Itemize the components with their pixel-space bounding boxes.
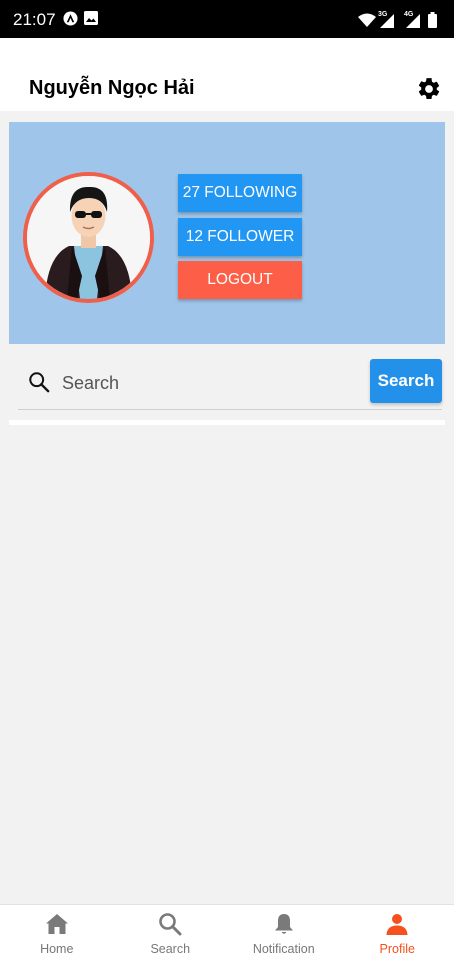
results-container xyxy=(9,420,445,425)
battery-icon xyxy=(428,12,437,28)
nav-notification[interactable]: Notification xyxy=(227,905,341,960)
app-notification-icon xyxy=(63,11,78,26)
search-icon xyxy=(29,372,50,393)
signal-3g-icon xyxy=(380,14,394,28)
nav-notification-label: Notification xyxy=(252,942,315,956)
nav-search[interactable]: Search xyxy=(114,905,228,960)
search-input[interactable] xyxy=(62,366,362,400)
avatar-illustration xyxy=(27,176,150,299)
follower-button[interactable]: 12 FOLLOWER xyxy=(178,218,302,256)
profile-name: Nguyễn Ngọc Hải xyxy=(29,77,195,99)
nav-search-label: Search xyxy=(150,942,191,956)
app-header: Nguyễn Ngọc Hải xyxy=(0,38,454,111)
gear-icon[interactable] xyxy=(416,76,442,102)
nav-profile-label: Profile xyxy=(379,942,415,956)
bell-icon xyxy=(274,914,293,934)
nav-home[interactable]: Home xyxy=(0,905,114,960)
profile-card: 27 FOLLOWING 12 FOLLOWER LOGOUT xyxy=(9,122,445,344)
image-notification-icon xyxy=(84,11,98,25)
person-icon xyxy=(386,914,408,935)
nav-home-label: Home xyxy=(40,942,74,956)
search-bar: Search xyxy=(18,358,442,410)
logout-button[interactable]: LOGOUT xyxy=(178,261,302,299)
status-bar: 21:07 3G 4G xyxy=(0,0,454,38)
avatar[interactable] xyxy=(23,172,154,303)
status-time: 21:07 xyxy=(13,10,56,29)
bottom-nav: Home Search Notification Profile xyxy=(0,904,454,960)
search-icon xyxy=(159,913,182,936)
nav-profile[interactable]: Profile xyxy=(341,905,454,960)
search-button[interactable]: Search xyxy=(370,359,442,403)
home-icon xyxy=(45,914,68,934)
wifi-icon xyxy=(358,13,376,27)
following-button[interactable]: 27 FOLLOWING xyxy=(178,174,302,212)
signal-4g-icon xyxy=(406,14,420,28)
